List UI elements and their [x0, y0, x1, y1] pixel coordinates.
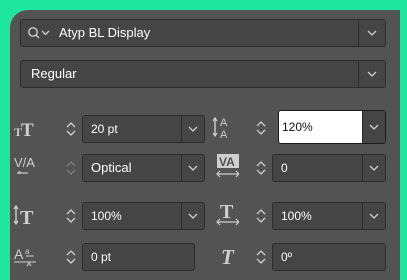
- kerning-value: Optical: [91, 160, 132, 175]
- leading-field[interactable]: 120%: [278, 110, 386, 144]
- font-family-dropdown[interactable]: Atyp BL Display: [20, 19, 386, 47]
- chevron-down-icon[interactable]: [181, 155, 204, 181]
- font-size-icon: TT: [13, 115, 37, 141]
- screenshot-frame: Atyp BL Display Regular TT 20 pt AA 120%…: [0, 0, 407, 280]
- kerning-icon: V/A: [14, 153, 38, 179]
- font-size-value: 20 pt: [91, 122, 118, 136]
- skew-control: 0º: [250, 243, 386, 271]
- vertical-scale-value: 100%: [91, 209, 122, 223]
- vertical-scale-control: 100%: [60, 202, 205, 230]
- svg-text:T: T: [20, 207, 34, 227]
- vertical-scale-icon: T: [13, 202, 37, 228]
- chevron-down-icon[interactable]: [362, 203, 385, 229]
- font-family-value: Atyp BL Display: [59, 25, 151, 40]
- baseline-shift-control: 0 pt: [60, 243, 195, 271]
- svg-text:A: A: [220, 129, 228, 140]
- baseline-shift-stepper[interactable]: [60, 243, 82, 271]
- vertical-scale-stepper[interactable]: [60, 202, 82, 230]
- leading-value: 120%: [282, 120, 313, 134]
- kerning-stepper[interactable]: [60, 154, 82, 182]
- svg-text:A: A: [14, 246, 24, 262]
- font-search-icon[interactable]: [25, 20, 55, 46]
- skew-value: 0º: [281, 250, 293, 264]
- font-style-value: Regular: [31, 66, 77, 81]
- svg-text:V/A: V/A: [14, 155, 35, 170]
- baseline-shift-field[interactable]: 0 pt: [82, 243, 195, 271]
- svg-text:A: A: [220, 117, 228, 129]
- baseline-shift-icon: Aa: [14, 243, 38, 269]
- chevron-down-icon[interactable]: [358, 61, 385, 87]
- svg-text:T: T: [21, 120, 34, 139]
- svg-text:T: T: [221, 245, 235, 268]
- chevron-down-icon[interactable]: [362, 155, 385, 181]
- horizontal-scale-icon: T: [215, 200, 239, 226]
- tracking-icon: VA: [215, 153, 239, 179]
- baseline-shift-value: 0 pt: [91, 250, 112, 264]
- font-size-field[interactable]: 20 pt: [82, 115, 205, 143]
- horizontal-scale-stepper[interactable]: [250, 202, 272, 230]
- chevron-down-icon[interactable]: [362, 111, 385, 143]
- skew-field[interactable]: 0º: [272, 243, 386, 271]
- tracking-control: 0: [250, 154, 386, 182]
- chevron-down-icon[interactable]: [181, 116, 204, 142]
- horizontal-scale-control: 100%: [250, 202, 386, 230]
- chevron-down-icon[interactable]: [358, 20, 385, 46]
- svg-text:VA: VA: [219, 155, 235, 169]
- tracking-value: 0: [281, 161, 288, 175]
- horizontal-scale-value: 100%: [281, 209, 312, 223]
- kerning-control: Optical: [60, 154, 205, 182]
- leading-icon: AA: [212, 114, 236, 140]
- tracking-stepper[interactable]: [250, 154, 272, 182]
- character-panel: Atyp BL Display Regular TT 20 pt AA 120%…: [10, 10, 400, 280]
- skew-icon: T: [218, 243, 242, 269]
- tracking-field[interactable]: 0: [272, 154, 386, 182]
- chevron-down-icon[interactable]: [181, 203, 204, 229]
- font-size-stepper[interactable]: [60, 115, 82, 143]
- horizontal-scale-field[interactable]: 100%: [272, 202, 386, 230]
- leading-stepper[interactable]: [250, 114, 272, 142]
- font-size-control: 20 pt: [60, 115, 205, 143]
- leading-control: 120%: [250, 110, 386, 144]
- svg-text:T: T: [220, 201, 234, 223]
- svg-text:a: a: [25, 247, 30, 256]
- skew-stepper[interactable]: [250, 243, 272, 271]
- vertical-scale-field[interactable]: 100%: [82, 202, 205, 230]
- kerning-field[interactable]: Optical: [82, 154, 205, 182]
- font-style-dropdown[interactable]: Regular: [20, 60, 386, 88]
